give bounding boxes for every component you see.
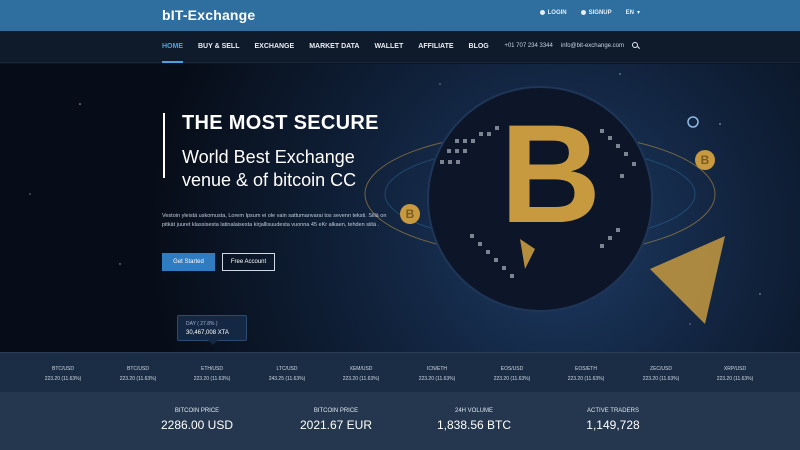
ticker-item[interactable]: XEM/USD 223.20 (11.63%) — [326, 366, 396, 382]
ticker-pair: ETH/USD — [201, 366, 223, 372]
ticker-item[interactable]: EOS/USD 223.20 (11.63%) — [477, 366, 547, 382]
ticker-value: 223.20 (11.63%) — [44, 376, 82, 382]
user-plus-icon — [580, 10, 586, 15]
stat-value: 1,838.56 BTC — [436, 418, 512, 432]
ticker-value: 243.25 (11.63%) — [268, 376, 306, 382]
tooltip-label: DAY ( 27.8% ) — [186, 321, 218, 327]
ticker-value: 223.20 (11.63%) — [642, 376, 680, 382]
nav-item-affiliate[interactable]: AFFILIATE — [418, 31, 453, 63]
language-label: EN — [625, 9, 634, 16]
nav-menu: HOME BUY & SELL EXCHANGE MARKET DATA WAL… — [162, 31, 504, 63]
stat-active-traders: ACTIVE TRADERS 1,149,728 — [548, 408, 678, 432]
signup-label: SIGNUP — [588, 9, 612, 16]
stat-value: 2021.67 EUR — [299, 418, 373, 432]
stats-bar: BITCOIN PRICE 2286.00 USD BITCOIN PRICE 20… — [0, 392, 800, 450]
volume-tooltip: DAY ( 27.8% ) 30,467,008 XTA — [177, 315, 247, 345]
stat-volume: 24H VOLUME 1,838.56 BTC — [409, 408, 539, 432]
ticker-pair: ZEC/USD — [650, 366, 672, 372]
ticker-item[interactable]: ICN/ETH 223.20 (11.63%) — [402, 366, 472, 382]
stat-value: 2286.00 USD — [160, 418, 234, 432]
ticker-pair: BTC/USD — [52, 366, 74, 372]
ticker-item[interactable]: EOS/ETH 223.20 (11.63%) — [551, 366, 621, 382]
phone-number[interactable]: +01 707 234 3344 — [504, 43, 553, 49]
hero-paragraph: Vestoin yleistä uskomusta, Lorem Ipsum e… — [162, 213, 387, 228]
top-actions: LOGIN SIGNUP EN ▾ — [539, 9, 640, 17]
stat-bitcoin-usd: BITCOIN PRICE 2286.00 USD — [132, 408, 262, 432]
svg-text:B: B — [406, 207, 415, 221]
nav-item-home[interactable]: HOME — [162, 31, 183, 63]
email-address[interactable]: info@bit-exchange.com — [561, 43, 624, 49]
ticker-value: 223.20 (11.63%) — [193, 376, 231, 382]
user-icon — [539, 10, 545, 15]
ticker-value: 223.20 (11.63%) — [716, 376, 754, 382]
ticker-pair: EOS/ETH — [575, 366, 597, 372]
ticker-item[interactable]: ZEC/USD 223.20 (11.63%) — [626, 366, 696, 382]
ticker-item[interactable]: ETH/USD 223.20 (11.63%) — [177, 366, 247, 382]
stat-label: BITCOIN PRICE — [174, 408, 220, 414]
ticker-value: 223.20 (11.63%) — [119, 376, 157, 382]
chevron-down-icon: ▾ — [636, 10, 640, 16]
price-ticker: BTC/USD 223.20 (11.63%) BTC/USD 223.20 (11… — [0, 352, 800, 392]
stat-label: 24H VOLUME — [454, 408, 493, 414]
ticker-pair: LTC/USD — [276, 366, 298, 372]
nav-item-blog[interactable]: BLOG — [469, 31, 489, 63]
ticker-value: 223.20 (11.63%) — [493, 376, 531, 382]
stat-label: BITCOIN PRICE — [313, 408, 359, 414]
ticker-value: 223.20 (11.63%) — [567, 376, 605, 382]
stat-bitcoin-eur: BITCOIN PRICE 2021.67 EUR — [271, 408, 401, 432]
ticker-pair: ICN/ETH — [427, 366, 447, 372]
ticker-pair: XRP/USD — [723, 366, 747, 372]
ticker-value: 223.20 (11.63%) — [418, 376, 456, 382]
language-selector[interactable]: EN ▾ — [625, 9, 640, 17]
ticker-pair: XEM/USD — [349, 366, 373, 372]
top-bar: bIT-Exchange LOGIN SIGNUP EN ▾ — [0, 0, 800, 31]
get-started-button[interactable]: Get Started — [162, 253, 215, 271]
stat-label: ACTIVE TRADERS — [587, 408, 639, 414]
login-link[interactable]: LOGIN — [539, 9, 567, 16]
ticker-pair: BTC/USD — [127, 366, 149, 372]
signup-link[interactable]: SIGNUP — [580, 9, 612, 16]
ticker-item[interactable]: BTC/USD 223.20 (11.63%) — [28, 366, 98, 382]
free-account-button[interactable]: Free Account — [222, 253, 275, 271]
title-accent-line — [163, 113, 165, 178]
hero-title: THE MOST SECURE — [182, 112, 379, 134]
main-navigation: HOME BUY & SELL EXCHANGE MARKET DATA WAL… — [0, 31, 800, 63]
login-label: LOGIN — [547, 9, 567, 16]
brand-logo[interactable]: bIT-Exchange — [162, 7, 255, 23]
ticker-pair: EOS/USD — [500, 366, 524, 372]
nav-item-exchange[interactable]: EXCHANGE — [255, 31, 295, 63]
bitcoin-symbol: B — [500, 95, 602, 252]
hero-illustration: B B — [29, 73, 761, 325]
ticker-item[interactable]: BTC/USD 223.20 (11.63%) — [103, 366, 173, 382]
tooltip-value: 30,467,008 XTA — [186, 330, 229, 336]
ticker-item[interactable]: XRP/USD 223.20 (11.63%) — [700, 366, 770, 382]
nav-item-buy-sell[interactable]: BUY & SELL — [198, 31, 240, 63]
hero-section: B B THE MOST SECURE World Best Exchange … — [0, 64, 800, 352]
search-icon[interactable] — [632, 42, 640, 50]
sync-icon — [687, 116, 699, 128]
svg-text:B: B — [701, 153, 710, 167]
hero-subtitle: World Best Exchange venue & of bitcoin C… — [182, 147, 357, 190]
ticker-value: 223.20 (11.63%) — [342, 376, 380, 382]
gold-triangle-right — [650, 236, 725, 324]
ticker-item[interactable]: LTC/USD 243.25 (11.63%) — [252, 366, 322, 382]
nav-item-market-data[interactable]: MARKET DATA — [309, 31, 359, 63]
stat-value: 1,149,728 — [586, 418, 640, 432]
nav-item-wallet[interactable]: WALLET — [374, 31, 403, 63]
contact-info: +01 707 234 3344 info@bit-exchange.com — [504, 42, 640, 50]
